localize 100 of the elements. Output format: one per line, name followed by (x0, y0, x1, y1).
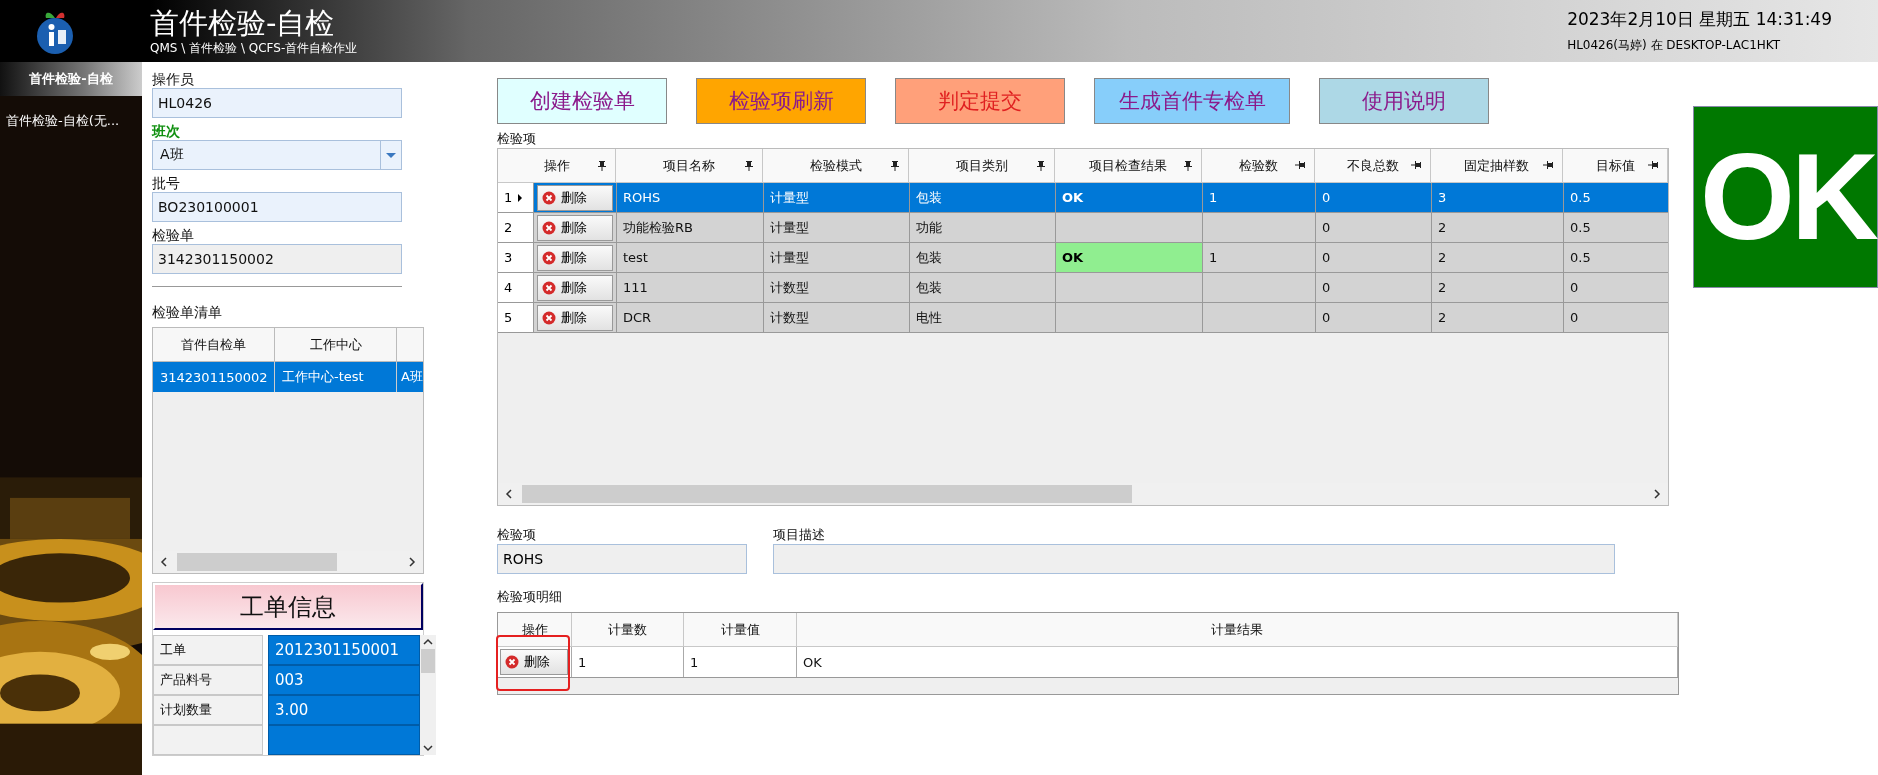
section-label: 检验项 (497, 130, 537, 148)
row-number: 3 (498, 243, 534, 272)
scroll-thumb[interactable] (522, 485, 1132, 503)
table-cell: 0 (1316, 213, 1432, 242)
toolbar-button[interactable]: 检验项刷新 (696, 78, 866, 124)
section-label: 检验项明细 (497, 588, 563, 606)
vertical-scrollbar[interactable] (420, 635, 436, 755)
field-label: 检验项 (497, 526, 537, 544)
table-cell: 0.5 (1564, 213, 1668, 242)
table-cell: DCR (617, 303, 764, 332)
table-cell: 0.5 (1564, 183, 1668, 212)
field-label: 操作员 (152, 70, 195, 88)
text-field[interactable]: 3142301150002 (152, 244, 402, 274)
pin-icon[interactable] (744, 160, 754, 172)
table-cell: 1 (1203, 243, 1316, 272)
order-info-header: 工单信息 (153, 583, 423, 630)
table-cell: 计量型 (764, 213, 910, 242)
delete-button[interactable]: 删除 (537, 304, 613, 331)
close-circle-icon (542, 190, 556, 205)
column-header[interactable]: 工作中心 (275, 328, 397, 362)
table-row[interactable]: 3142301150002 工作中心-test A班 (153, 362, 423, 392)
shift-dropdown[interactable]: A班 (152, 140, 402, 170)
pin-icon[interactable] (1183, 160, 1193, 172)
toolbar-button[interactable]: 创建检验单 (497, 78, 667, 124)
pin-icon[interactable] (1036, 160, 1046, 172)
table-cell: 计数型 (764, 303, 910, 332)
table-cell: 电性 (910, 303, 1056, 332)
table-cell: 0 (1316, 243, 1432, 272)
table-cell: 0 (1316, 303, 1432, 332)
table-cell: 2 (1432, 273, 1564, 302)
toolbar-button[interactable]: 使用说明 (1319, 78, 1489, 124)
info-label: 产品料号 (153, 665, 263, 695)
text-field[interactable]: HL0426 (152, 88, 402, 118)
table-cell: 包装 (910, 183, 1056, 212)
breadcrumb: QMS \ 首件检验 \ QCFS-首件自检作业 (150, 39, 358, 57)
table-cell: 功能 (910, 213, 1056, 242)
close-circle-icon (542, 280, 556, 295)
pin-icon[interactable] (1294, 160, 1306, 170)
page-title: 首件检验-自检 (150, 5, 336, 40)
row-number: 2 (498, 213, 534, 242)
field-label: 项目描述 (773, 526, 826, 544)
sidebar-item[interactable]: 首件检验-自检(无... (0, 102, 142, 140)
info-value: 2012301150001 (268, 635, 420, 665)
text-field[interactable]: ROHS (497, 544, 747, 574)
table-cell: 0.5 (1564, 243, 1668, 272)
info-label: 计划数量 (153, 695, 263, 725)
table-cell: test (617, 243, 764, 272)
table-cell: ROHS (617, 183, 764, 212)
pin-icon[interactable] (890, 160, 900, 172)
delete-button[interactable]: 删除 (537, 274, 613, 301)
column-header[interactable]: 首件自检单 (153, 328, 275, 362)
table-cell: 计量型 (764, 183, 910, 212)
table-cell: 功能检验RB (617, 213, 764, 242)
table-cell: 1 (572, 647, 684, 677)
user-info: HL0426(马婷) 在 DESKTOP-LAC1HKT (1567, 37, 1782, 54)
sidebar-item[interactable]: 首件检验-自检 (0, 62, 142, 96)
section-label: 检验单清单 (152, 303, 223, 321)
table-cell: 111 (617, 273, 764, 302)
table-cell: 2 (1432, 303, 1564, 332)
field-label: 检验单 (152, 226, 195, 244)
table-cell: OK (797, 647, 1678, 677)
table-cell: 包装 (910, 273, 1056, 302)
info-value: 003 (268, 665, 420, 695)
delete-button[interactable]: 删除 (537, 184, 613, 211)
row-number: 5 (498, 303, 534, 332)
text-field[interactable] (773, 544, 1615, 574)
close-circle-icon (542, 220, 556, 235)
table-cell: 3 (1432, 183, 1564, 212)
date-time: 2023年2月10日 星期五 14:31:49 (1567, 8, 1832, 31)
pin-icon[interactable] (1542, 160, 1554, 170)
row-number: 1 (498, 183, 534, 212)
pin-icon[interactable] (597, 160, 607, 172)
table-cell: 0 (1564, 303, 1668, 332)
close-circle-icon (542, 250, 556, 265)
toolbar-button[interactable]: 生成首件专检单 (1094, 78, 1290, 124)
delete-button[interactable]: 删除 (537, 214, 613, 241)
table-cell: 1 (1203, 183, 1316, 212)
field-label: 班次 (152, 122, 181, 140)
table-cell: 0 (1564, 273, 1668, 302)
result-panel: OK (1693, 106, 1878, 288)
table-cell: 2 (1432, 243, 1564, 272)
pin-icon[interactable] (1410, 160, 1422, 170)
current-row-icon (518, 192, 523, 203)
table-cell: 计数型 (764, 273, 910, 302)
close-circle-icon (505, 655, 519, 669)
pin-icon[interactable] (1647, 160, 1659, 170)
delete-button[interactable]: 删除 (537, 244, 613, 271)
table-cell: 计量型 (764, 243, 910, 272)
field-label: 批号 (152, 174, 181, 192)
text-field[interactable]: BO230100001 (152, 192, 402, 222)
table-cell: 0 (1316, 273, 1432, 302)
scroll-thumb[interactable] (421, 649, 435, 673)
table-cell: OK (1056, 243, 1203, 272)
close-circle-icon (542, 310, 556, 325)
scroll-thumb[interactable] (177, 553, 337, 571)
delete-button[interactable]: 删除 (500, 649, 568, 675)
table-cell: 2 (1432, 213, 1564, 242)
row-number: 4 (498, 273, 534, 302)
table-cell: 0 (1316, 183, 1432, 212)
table-cell: OK (1056, 183, 1203, 212)
